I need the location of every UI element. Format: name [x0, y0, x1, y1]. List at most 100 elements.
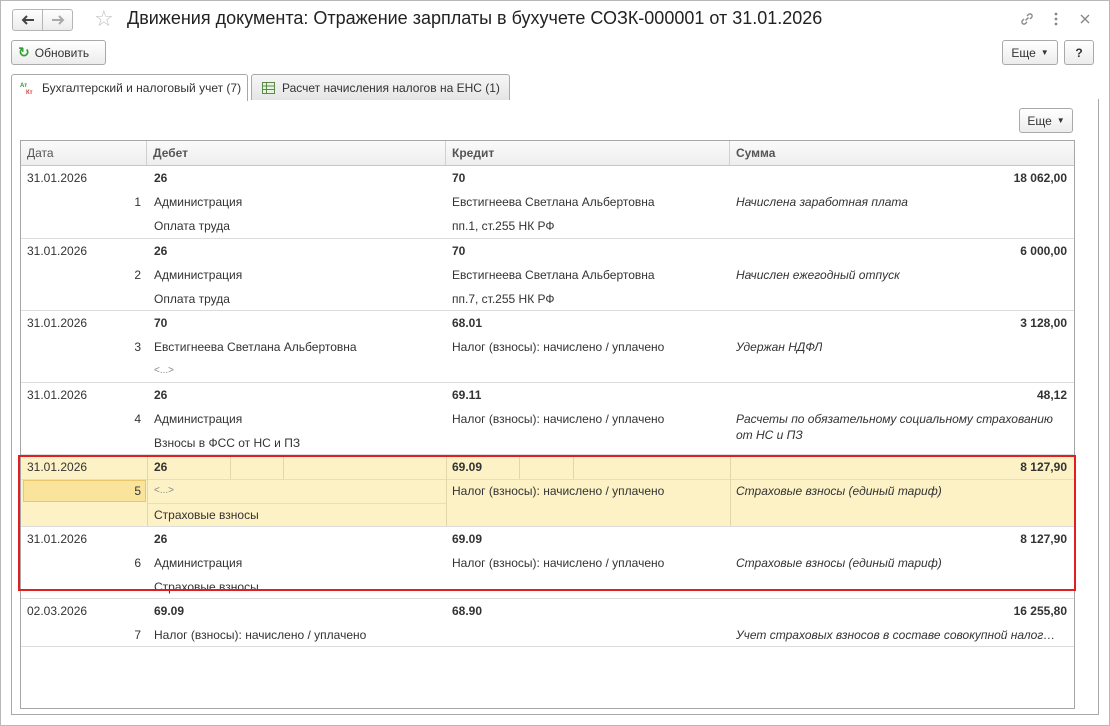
row-credit-subconto-1: Евстигнеева Светлана Альбертовна [452, 195, 655, 209]
row-debit-subconto-1: Евстигнеева Светлана Альбертовна [154, 340, 357, 354]
row-debit-subconto-2: Оплата труда [154, 219, 230, 233]
row-date: 31.01.2026 [27, 316, 88, 330]
arrow-left-icon [21, 15, 34, 25]
row-amount: 6 000,00 [1020, 244, 1067, 258]
row-debit-subconto-1: Налог (взносы): начислено / уплачено [154, 628, 367, 642]
table-row[interactable]: 31.01.2026 2 26 Администрация Оплата тру… [21, 239, 1074, 311]
table-header: Дата Дебет Кредит Сумма [21, 141, 1074, 166]
back-button[interactable] [12, 9, 43, 31]
tab-ens-tax-label: Расчет начисления налогов на ЕНС (1) [282, 80, 500, 95]
svg-text:Ат: Ат [20, 83, 27, 89]
help-label: ? [1075, 45, 1083, 60]
favorite-star-icon[interactable]: ☆ [94, 7, 114, 31]
row-content: Учет страховых взносов в составе совокуп… [736, 628, 1056, 642]
row-date: 31.01.2026 [27, 388, 88, 402]
row-number: 1 [134, 195, 141, 209]
table-row[interactable]: 31.01.2026 3 70 Евстигнеева Светлана Аль… [21, 311, 1074, 383]
row-credit-subconto-1: Налог (взносы): начислено / уплачено [452, 340, 665, 354]
row-amount: 48,12 [1036, 388, 1067, 402]
column-divider [230, 455, 231, 479]
table-row[interactable]: 31.01.2026 6 26 Администрация Страховые … [21, 527, 1074, 599]
row-number: 7 [134, 628, 141, 642]
row-credit-account: 69.09 [452, 532, 483, 546]
row-debit-subconto-2: Взносы в ФСС от НС и ПЗ [154, 436, 301, 450]
close-icon[interactable] [1075, 9, 1095, 29]
row-content: Начислена заработная плата [736, 195, 908, 209]
table-row[interactable]: 02.03.2026 7 69.09 Налог (взносы): начис… [21, 599, 1074, 647]
row-credit-subconto-1: Налог (взносы): начислено / уплачено [452, 484, 665, 498]
row-debit-account: 26 [154, 171, 168, 185]
more-label: Еще [1011, 45, 1036, 60]
row-credit-subconto-2: пп.7, ст.255 НК РФ [452, 292, 555, 306]
link-icon[interactable] [1017, 9, 1037, 29]
column-divider [446, 455, 447, 526]
table-row[interactable]: 31.01.2026 1 26 Администрация Оплата тру… [21, 166, 1074, 239]
column-header-credit[interactable]: Кредит [446, 141, 730, 165]
row-content-line-2: от НС и ПЗ [736, 428, 803, 442]
row-credit-subconto-2: пп.1, ст.255 НК РФ [452, 219, 555, 233]
row-amount: 3 128,00 [1020, 316, 1067, 330]
column-header-amount[interactable]: Сумма [730, 141, 1074, 165]
refresh-label: Обновить [34, 45, 90, 60]
table-row[interactable]: 31.01.2026 4 26 Администрация Взносы в Ф… [21, 383, 1074, 455]
row-credit-subconto-1: Евстигнеева Светлана Альбертовна [452, 268, 655, 282]
row-date: 31.01.2026 [27, 171, 88, 185]
more-actions-icon[interactable] [1046, 9, 1066, 29]
window-title: Движения документа: Отражение зарплаты в… [127, 8, 823, 28]
row-number: 2 [134, 268, 141, 282]
row-amount: 8 127,90 [1020, 532, 1067, 546]
refresh-icon: ↻ [18, 44, 30, 60]
svg-text:Кт: Кт [26, 90, 33, 95]
movements-table[interactable]: Дата Дебет Кредит Сумма 31.01.2026 1 26 … [20, 140, 1075, 709]
row-debit-subconto-1: <...> [154, 485, 175, 496]
row-credit-account: 68.90 [452, 604, 483, 618]
document-movements-window: ☆ Движения документа: Отражение зарплаты… [0, 0, 1110, 726]
row-content: Удержан НДФЛ [736, 340, 823, 354]
row-amount: 18 062,00 [1013, 171, 1067, 185]
table-more-label: Еще [1027, 113, 1052, 128]
column-header-debit[interactable]: Дебет [147, 141, 446, 165]
column-divider [283, 455, 284, 479]
row-debit-subconto-2: Страховые взносы [154, 508, 259, 522]
help-button[interactable]: ? [1064, 40, 1094, 65]
row-credit-subconto-1: Налог (взносы): начислено / уплачено [452, 412, 665, 426]
row-date: 31.01.2026 [27, 532, 88, 546]
column-divider [519, 455, 520, 479]
column-divider [573, 455, 574, 479]
row-content: Начислен ежегодный отпуск [736, 268, 900, 282]
row-credit-subconto-1: Налог (взносы): начислено / уплачено [452, 556, 665, 570]
row-debit-account: 69.09 [154, 604, 185, 618]
row-date: 31.01.2026 [27, 460, 88, 474]
title-bar: ☆ Движения документа: Отражение зарплаты… [1, 1, 1109, 37]
row-credit-account: 69.09 [452, 460, 483, 474]
table-more-button[interactable]: Еще ▼ [1019, 108, 1073, 133]
register-table-icon [260, 81, 276, 95]
row-content: Страховые взносы (единый тариф) [736, 484, 942, 498]
row-debit-subconto-1: Администрация [154, 556, 243, 570]
refresh-button[interactable]: ↻ Обновить [11, 40, 106, 65]
row-number: 3 [134, 340, 141, 354]
row-date: 31.01.2026 [27, 244, 88, 258]
accounting-entry-icon: Ат Кт [20, 81, 36, 95]
row-debit-account: 26 [154, 532, 168, 546]
row-debit-subconto-1: Администрация [154, 268, 243, 282]
row-content: Расчеты по обязательному социальному стр… [736, 412, 1053, 426]
row-number: 5 [134, 484, 141, 498]
row-debit-subconto-2: <...> [154, 365, 175, 376]
row-credit-account: 68.01 [452, 316, 483, 330]
more-button[interactable]: Еще ▼ [1002, 40, 1058, 65]
row-amount: 16 255,80 [1013, 604, 1067, 618]
tab-accounting[interactable]: Ат Кт Бухгалтерский и налоговый учет (7) [11, 74, 248, 101]
row-credit-account: 69.11 [452, 388, 482, 402]
forward-button[interactable] [42, 9, 73, 31]
chevron-down-icon: ▼ [1040, 48, 1049, 57]
table-row-selected[interactable]: 31.01.2026 5 26 <...> Страховые взносы 6… [21, 455, 1074, 527]
tab-ens-tax[interactable]: Расчет начисления налогов на ЕНС (1) [251, 74, 510, 100]
column-header-date[interactable]: Дата [21, 141, 147, 165]
row-date: 02.03.2026 [27, 604, 88, 618]
row-debit-account: 26 [154, 388, 168, 402]
row-debit-subconto-2: Страховые взносы [154, 580, 259, 594]
row-debit-subconto-1: Администрация [154, 195, 243, 209]
row-debit-account: 70 [154, 316, 168, 330]
tab-accounting-label: Бухгалтерский и налоговый учет (7) [42, 81, 242, 95]
